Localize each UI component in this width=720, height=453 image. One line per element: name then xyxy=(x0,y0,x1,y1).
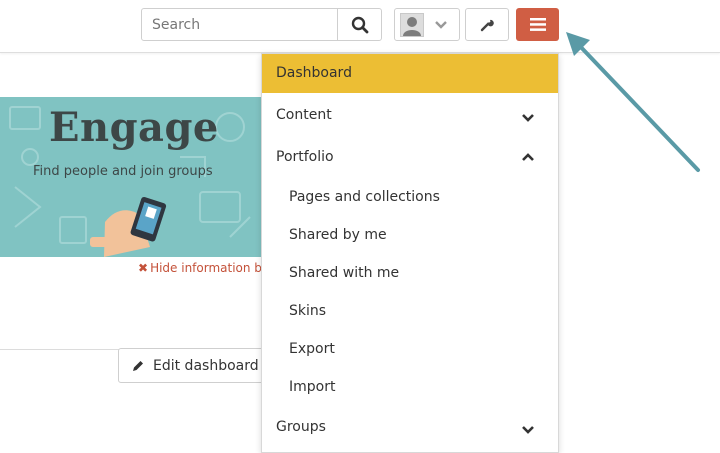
menu-item-label: Import xyxy=(289,379,336,395)
search-icon xyxy=(351,16,368,33)
menu-item-label: Pages and collections xyxy=(289,189,440,205)
menu-item-content[interactable]: Content xyxy=(262,105,558,133)
search-button[interactable] xyxy=(337,8,382,41)
user-avatar-icon xyxy=(400,13,424,37)
main-menu-button[interactable] xyxy=(516,8,559,41)
search-input[interactable] xyxy=(141,8,338,41)
hide-information-link[interactable]: ✖ Hide information bo xyxy=(138,261,269,275)
menu-item-label: Shared by me xyxy=(289,227,387,243)
edit-dashboard-button[interactable]: Edit dashboard xyxy=(118,348,268,383)
annotation-arrow xyxy=(566,32,700,172)
menu-item-export[interactable]: Export xyxy=(262,339,558,359)
chevron-down-icon[interactable] xyxy=(521,425,535,435)
menu-item-dashboard[interactable]: Dashboard xyxy=(262,54,558,93)
menu-item-import[interactable]: Import xyxy=(262,377,558,397)
banner-subtitle: Find people and join groups xyxy=(33,164,213,179)
menu-item-label: Groups xyxy=(276,419,326,435)
menu-item-label: Content xyxy=(276,107,332,123)
user-menu-button[interactable] xyxy=(394,8,460,41)
menu-item-label: Shared with me xyxy=(289,265,400,281)
hamburger-icon xyxy=(529,18,546,31)
menu-item-label: Export xyxy=(289,341,335,357)
chevron-up-icon[interactable] xyxy=(521,152,535,162)
menu-item-groups[interactable]: Groups xyxy=(262,417,558,445)
close-x-icon: ✖ xyxy=(138,261,149,275)
menu-item-label: Dashboard xyxy=(276,65,352,81)
chevron-down-icon[interactable] xyxy=(521,113,535,123)
pencil-icon xyxy=(133,360,143,371)
wrench-icon xyxy=(480,19,494,31)
menu-item-pages-collections[interactable]: Pages and collections xyxy=(262,187,558,207)
menu-item-skins[interactable]: Skins xyxy=(262,301,558,321)
menu-item-portfolio[interactable]: Portfolio xyxy=(262,147,558,175)
hide-information-label: Hide information bo xyxy=(150,261,270,275)
tablet-illustration xyxy=(90,196,167,257)
main-menu-dropdown: Dashboard Content Portfolio Pages and co… xyxy=(261,53,559,453)
menu-item-label: Skins xyxy=(289,303,327,319)
chevron-down-icon xyxy=(435,21,447,29)
banner-title: Engage xyxy=(49,104,219,151)
edit-dashboard-label: Edit dashboard xyxy=(153,357,259,374)
admin-button[interactable] xyxy=(465,8,509,41)
menu-item-shared-by-me[interactable]: Shared by me xyxy=(262,225,558,245)
menu-item-shared-with-me[interactable]: Shared with me xyxy=(262,263,558,283)
menu-item-label: Portfolio xyxy=(276,149,334,165)
